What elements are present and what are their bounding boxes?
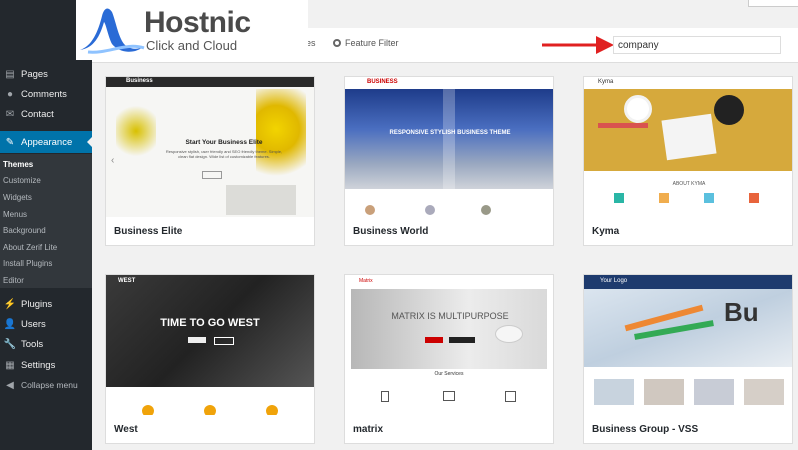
gear-icon <box>333 39 341 47</box>
sidebar-item-contact[interactable]: ✉ Contact <box>0 106 92 122</box>
sidebar-item-label: Users <box>21 318 46 330</box>
logo-tagline: Click and Cloud <box>146 38 238 53</box>
theme-brand: Business <box>126 78 153 84</box>
feature-filter-label: Feature Filter <box>345 38 399 48</box>
theme-card-matrix[interactable]: Matrix MATRIX IS MULTIPURPOSE Our Servic… <box>344 274 554 444</box>
theme-name: Business Group - VSS <box>592 424 699 435</box>
submenu-themes[interactable]: Themes <box>3 160 33 169</box>
theme-screenshot: Business Start Your Business Elite Respo… <box>106 77 314 217</box>
user-icon: 👤 <box>3 318 17 330</box>
collapse-icon: ◀ <box>6 379 14 391</box>
sidebar-collapse-menu[interactable]: ◀ Collapse menu <box>0 377 92 393</box>
hero-title: RESPONSIVE STYLISH BUSINESS THEME <box>389 130 511 136</box>
hero-title: TIME TO GO WEST <box>160 317 260 329</box>
sidebar-item-plugins[interactable]: ⚡ Plugins <box>0 296 92 312</box>
theme-screenshot: BUSINESS RESPONSIVE STYLISH BUSINESS THE… <box>345 77 553 217</box>
theme-brand: WEST <box>118 278 136 284</box>
brush-icon: ✎ <box>5 136 15 148</box>
theme-card-kyma[interactable]: Kyma ABOUT KYMA Kyma <box>583 76 793 246</box>
sidebar-item-users[interactable]: 👤 Users <box>0 316 92 332</box>
submenu-widgets[interactable]: Widgets <box>3 193 32 202</box>
sidebar-item-label: Collapse menu <box>21 380 78 390</box>
theme-brand: Your Logo <box>600 278 628 284</box>
theme-screenshot: WEST TIME TO GO WEST <box>106 275 314 415</box>
slider-prev-icon: ‹ <box>111 155 115 166</box>
theme-brand: Kyma <box>598 79 614 85</box>
section-title: Our Services <box>434 371 464 377</box>
search-input[interactable] <box>613 36 781 54</box>
theme-screenshot: Your Logo Bu <box>584 275 792 415</box>
submenu-customize[interactable]: Customize <box>3 176 41 185</box>
theme-name: matrix <box>353 424 384 435</box>
submenu-menus[interactable]: Menus <box>3 210 27 219</box>
red-arrow-icon <box>542 36 614 54</box>
sidebar-item-pages[interactable]: ▤ Pages <box>0 66 92 82</box>
help-tab[interactable] <box>748 0 798 7</box>
theme-name: Business World <box>353 226 429 237</box>
appearance-submenu: Themes Customize Widgets Menus Backgroun… <box>0 154 92 288</box>
theme-screenshot: Matrix MATRIX IS MULTIPURPOSE Our Servic… <box>345 275 553 415</box>
section-title: ABOUT KYMA <box>672 181 706 187</box>
logo-wave-icon <box>80 8 145 54</box>
hero-title: MATRIX IS MULTIPURPOSE <box>391 311 509 321</box>
theme-card-business-world[interactable]: BUSINESS RESPONSIVE STYLISH BUSINESS THE… <box>344 76 554 246</box>
sidebar-item-label: Pages <box>21 68 48 80</box>
theme-name: West <box>114 424 138 435</box>
sidebar-item-tools[interactable]: 🔧 Tools <box>0 336 92 352</box>
theme-card-business-group-vss[interactable]: Your Logo Bu Business Group - VSS <box>583 274 793 444</box>
theme-screenshot: Kyma ABOUT KYMA <box>584 77 792 217</box>
sidebar-item-label: Contact <box>21 108 54 120</box>
sidebar-item-comments[interactable]: ● Comments <box>0 86 92 102</box>
sidebar-item-label: Appearance <box>21 136 73 148</box>
submenu-about[interactable]: About Zerif Lite <box>3 243 57 252</box>
submenu-install-plugins[interactable]: Install Plugins <box>3 259 52 268</box>
mail-icon: ✉ <box>5 108 15 120</box>
sidebar-item-appearance[interactable]: ✎ Appearance <box>0 131 92 153</box>
pages-icon: ▤ <box>5 68 15 80</box>
comments-icon: ● <box>6 88 14 100</box>
sidebar-item-label: Tools <box>21 338 44 350</box>
theme-card-business-elite[interactable]: Business Start Your Business Elite Respo… <box>105 76 315 246</box>
sidebar-item-settings[interactable]: ▦ Settings <box>0 357 92 373</box>
theme-card-west[interactable]: WEST TIME TO GO WEST West <box>105 274 315 444</box>
settings-icon: ▦ <box>5 359 15 371</box>
hero-text: Responsive stylish, user friendly and SE… <box>165 149 283 159</box>
theme-brand: Matrix <box>359 278 373 284</box>
plug-icon: ⚡ <box>3 298 17 310</box>
submenu-background[interactable]: Background <box>3 226 46 235</box>
sidebar-item-label: Comments <box>21 88 67 100</box>
logo-name: Hostnic <box>144 6 251 39</box>
theme-brand: BUSINESS <box>367 79 398 85</box>
wrench-icon: 🔧 <box>3 338 17 350</box>
hostnic-logo: Hostnic Click and Cloud <box>76 0 308 60</box>
feature-filter-button[interactable]: Feature Filter <box>333 38 399 48</box>
submenu-editor[interactable]: Editor <box>3 276 24 285</box>
sidebar-item-label: Plugins <box>21 298 53 310</box>
sidebar-item-label: Settings <box>21 359 56 371</box>
hero-title: Start Your Business Elite <box>185 139 263 146</box>
theme-name: Business Elite <box>114 226 183 237</box>
theme-name: Kyma <box>592 226 620 237</box>
